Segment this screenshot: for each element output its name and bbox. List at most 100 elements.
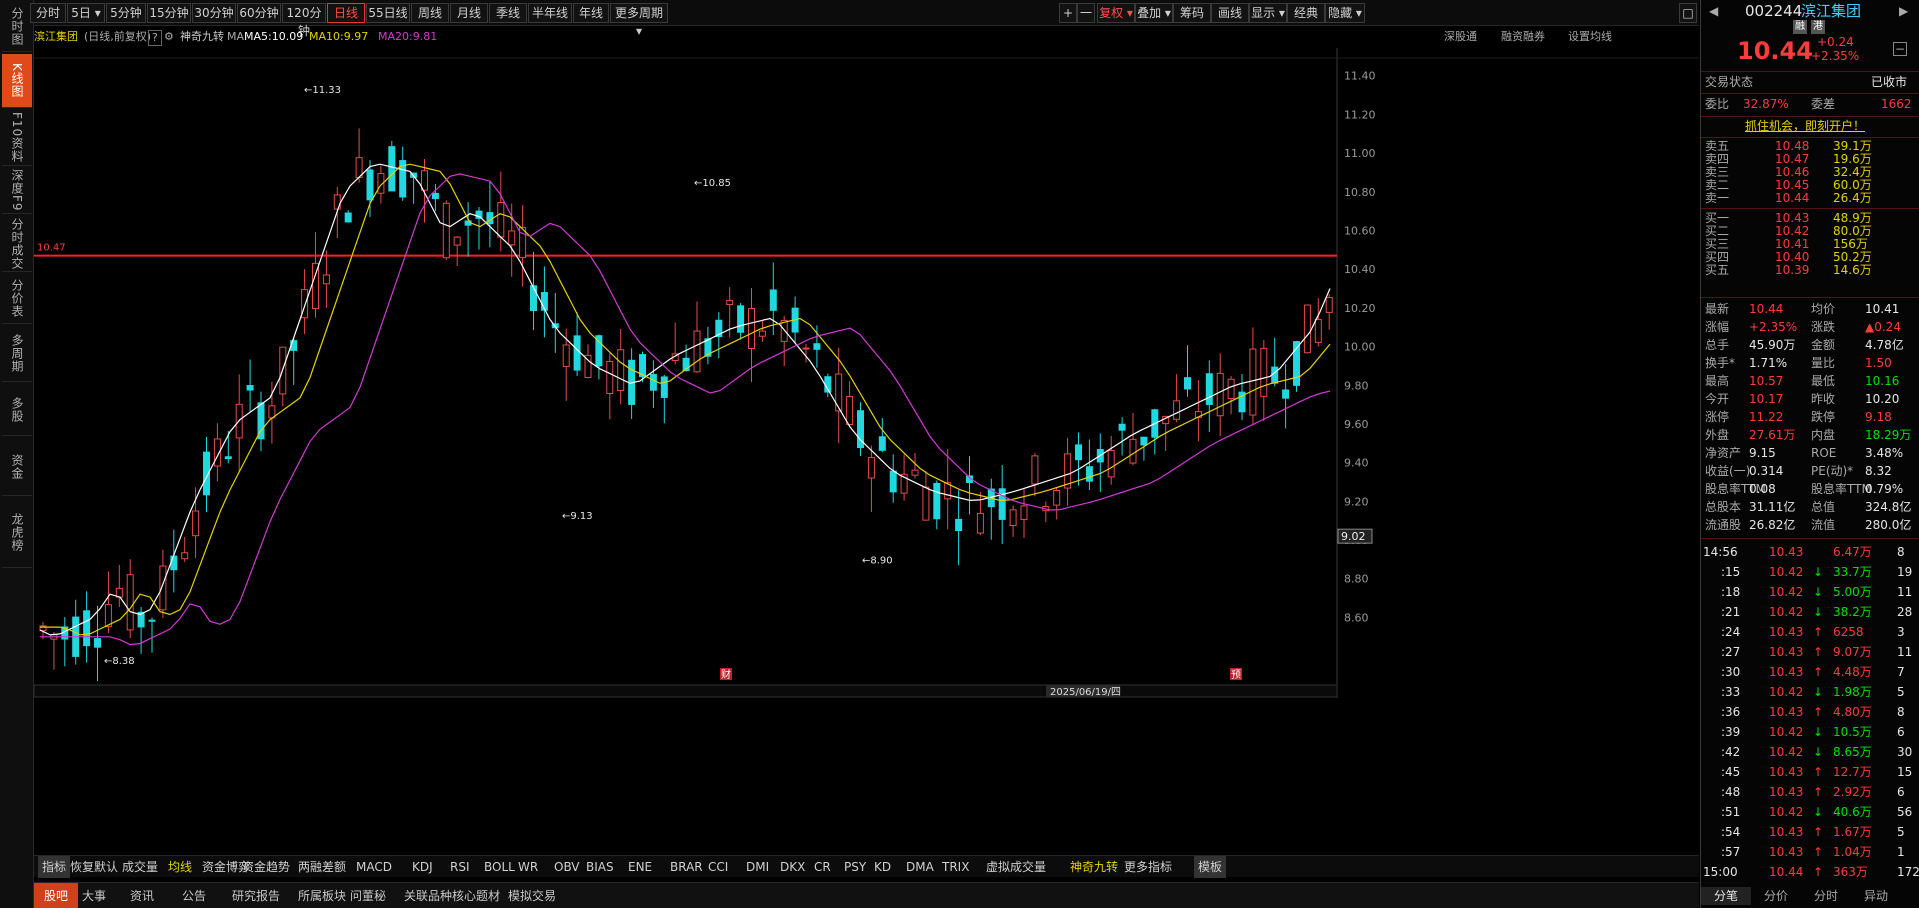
indicator-8[interactable]: KDJ: [412, 856, 433, 878]
bottom-tab-9[interactable]: 模拟交易: [508, 883, 556, 908]
panel-tab-1[interactable]: 分价: [1751, 887, 1801, 905]
bottom-tab-6[interactable]: 问董秘: [350, 883, 386, 908]
indicator-18[interactable]: DKX: [780, 856, 805, 878]
indicator-25[interactable]: 神奇九转: [1070, 856, 1118, 878]
bottom-tab-2[interactable]: 资讯: [130, 883, 154, 908]
candle-body: [878, 436, 886, 451]
left-nav-item-1[interactable]: K线图: [2, 54, 32, 108]
indicator-16[interactable]: CCI: [708, 856, 728, 878]
toolbar-right-1[interactable]: 叠加 ▾: [1135, 3, 1173, 23]
period-tab-8[interactable]: 55日线: [366, 3, 410, 23]
period-tab-0[interactable]: 分时: [30, 3, 66, 23]
period-tab-4[interactable]: 30分钟: [192, 3, 236, 23]
link-hk-connect[interactable]: 深股通: [1444, 26, 1477, 48]
indicator-22[interactable]: DMA: [906, 856, 934, 878]
stat-4-3: 10.16: [1865, 374, 1900, 388]
toolbar-right-5[interactable]: 经典: [1287, 3, 1325, 23]
panel-tab-0[interactable]: 分笔: [1701, 887, 1751, 905]
indicator-12[interactable]: OBV: [554, 856, 580, 878]
left-nav-item-9[interactable]: 龙虎榜: [2, 498, 32, 568]
indicator-10[interactable]: BOLL: [484, 856, 515, 878]
indicator-15[interactable]: BRAR: [670, 856, 703, 878]
panel-tab-3[interactable]: 异动: [1851, 887, 1901, 905]
indicator-27[interactable]: 模板: [1194, 856, 1227, 878]
period-tab-6[interactable]: 120分钟: [282, 3, 326, 38]
indicator-19[interactable]: CR: [814, 856, 831, 878]
toolbar-right-2[interactable]: 筹码: [1173, 3, 1211, 23]
period-tab-10[interactable]: 月线: [450, 3, 488, 23]
left-nav-item-5[interactable]: 分价表: [2, 274, 32, 324]
kline-chart[interactable]: 11.40 11.20 11.00 10.80 10.60 10.40 10.20 10.00…: [34, 48, 1699, 840]
left-nav-item-3[interactable]: 深度F9: [2, 168, 32, 214]
open-account-banner[interactable]: 抓住机会，即刻开户！: [1745, 117, 1865, 135]
indicator-26[interactable]: 更多指标: [1124, 856, 1172, 878]
bottom-tab-4[interactable]: 研究报告: [232, 883, 280, 908]
bottom-tab-5[interactable]: 所属板块: [298, 883, 346, 908]
toolbar-right-4[interactable]: 显示 ▾: [1249, 3, 1287, 23]
indicator-1[interactable]: 恢复默认: [70, 856, 118, 878]
tick-price-12: 10.43: [1769, 785, 1804, 799]
candle-body: [835, 373, 843, 412]
tick-price-11: 10.43: [1769, 765, 1804, 779]
bottom-tab-3[interactable]: 公告: [182, 883, 206, 908]
left-nav-item-8[interactable]: 资金: [2, 438, 32, 496]
minus-button[interactable]: 一: [1077, 3, 1095, 23]
period-tab-14[interactable]: 更多周期 ▾: [610, 3, 668, 38]
indicator-6[interactable]: 两融差额: [298, 856, 346, 878]
gear-icon[interactable]: ⚙: [164, 26, 174, 48]
candle-body: [181, 552, 189, 560]
collapse-icon[interactable]: −: [1893, 42, 1907, 56]
indicator-20[interactable]: PSY: [844, 856, 866, 878]
toolbar-right-3[interactable]: 画线: [1211, 3, 1249, 23]
panel-tab-2[interactable]: 分时: [1801, 887, 1851, 905]
next-stock-icon[interactable]: ▶: [1899, 2, 1908, 20]
indicator-2[interactable]: 成交量: [122, 856, 158, 878]
help-button[interactable]: ?: [148, 30, 162, 46]
period-tab-3[interactable]: 15分钟: [147, 3, 191, 23]
left-nav-item-6[interactable]: 多周期: [2, 326, 32, 382]
indicator-name[interactable]: 神奇九转: [180, 26, 224, 48]
stat-2-3: 4.78亿: [1865, 338, 1904, 352]
period-tab-7[interactable]: 日线: [327, 3, 365, 23]
period-tab-9[interactable]: 周线: [411, 3, 449, 23]
link-ma-settings[interactable]: 设置均线: [1568, 26, 1612, 48]
plus-button[interactable]: +: [1059, 3, 1077, 23]
indicator-23[interactable]: TRIX: [942, 856, 969, 878]
left-nav-item-4[interactable]: 分时成交: [2, 216, 32, 272]
stat-9-0: 收益(一): [1705, 464, 1751, 478]
period-tab-5[interactable]: 60分钟: [237, 3, 281, 23]
period-tab-2[interactable]: 5分钟: [106, 3, 146, 23]
tick-vol-4: 6258: [1833, 625, 1864, 639]
indicator-9[interactable]: RSI: [450, 856, 470, 878]
left-nav-item-0[interactable]: 分时图: [2, 2, 32, 52]
left-nav-item-2[interactable]: F10资料: [2, 110, 32, 166]
indicator-17[interactable]: DMI: [746, 856, 769, 878]
indicator-5[interactable]: 资金趋势: [242, 856, 290, 878]
chart-scrollbar[interactable]: [34, 684, 1338, 698]
bottom-tab-8[interactable]: 核心题材: [452, 883, 500, 908]
candle-body: [1325, 296, 1333, 313]
period-tab-13[interactable]: 年线: [573, 3, 609, 23]
indicator-14[interactable]: ENE: [628, 856, 652, 878]
period-tab-1[interactable]: 5日 ▾: [67, 3, 105, 23]
prev-stock-icon[interactable]: ◀: [1709, 2, 1718, 20]
bottom-tab-7[interactable]: 关联品种: [404, 883, 452, 908]
toolbar-right-6[interactable]: 隐藏 ▾: [1325, 3, 1365, 23]
link-margin[interactable]: 融资融券: [1501, 26, 1545, 48]
tick-count-11: 15: [1897, 765, 1913, 779]
indicator-11[interactable]: WR: [518, 856, 538, 878]
left-nav-item-7[interactable]: 多股: [2, 384, 32, 436]
tick-time-8: :36: [1721, 705, 1741, 719]
indicator-13[interactable]: BIAS: [586, 856, 614, 878]
restore-icon[interactable]: □: [1679, 3, 1697, 23]
indicator-0[interactable]: 指标: [38, 856, 71, 878]
indicator-21[interactable]: KD: [874, 856, 891, 878]
indicator-3[interactable]: 均线: [168, 856, 192, 878]
toolbar-right-0[interactable]: 复权 ▾: [1097, 3, 1135, 23]
bottom-tab-1[interactable]: 大事: [82, 883, 106, 908]
period-tab-11[interactable]: 季线: [489, 3, 527, 23]
period-tab-12[interactable]: 半年线: [528, 3, 572, 23]
indicator-24[interactable]: 虚拟成交量: [986, 856, 1046, 878]
bottom-tab-0[interactable]: 股吧: [34, 883, 78, 908]
indicator-7[interactable]: MACD: [356, 856, 392, 878]
